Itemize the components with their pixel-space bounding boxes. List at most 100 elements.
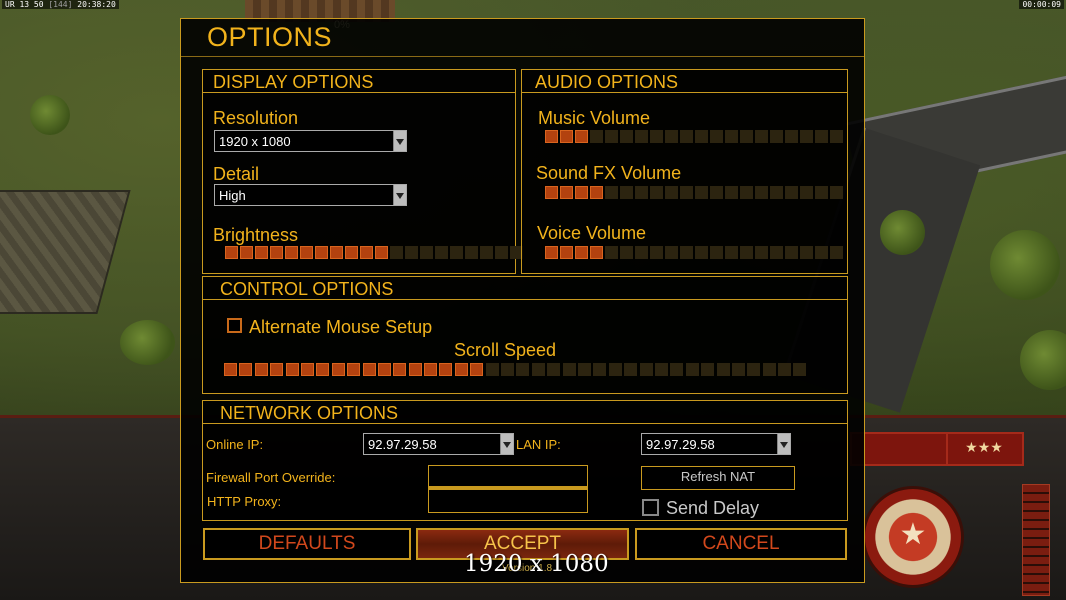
detail-dropdown[interactable]: High [214, 184, 407, 206]
slider-segment[interactable] [695, 246, 708, 259]
slider-segment[interactable] [680, 186, 693, 199]
slider-segment[interactable] [485, 363, 499, 376]
slider-segment[interactable] [755, 130, 768, 143]
slider-segment[interactable] [560, 186, 573, 199]
slider-segment[interactable] [547, 363, 561, 376]
slider-segment[interactable] [716, 363, 730, 376]
slider-segment[interactable] [635, 186, 648, 199]
slider-segment[interactable] [224, 363, 237, 376]
slider-segment[interactable] [240, 246, 253, 259]
slider-segment[interactable] [650, 130, 663, 143]
slider-segment[interactable] [725, 186, 738, 199]
chevron-down-icon[interactable] [393, 131, 406, 151]
slider-segment[interactable] [435, 246, 448, 259]
slider-segment[interactable] [620, 186, 633, 199]
slider-segment[interactable] [665, 186, 678, 199]
slider-segment[interactable] [300, 363, 314, 376]
slider-segment[interactable] [560, 246, 573, 259]
slider-segment[interactable] [747, 363, 761, 376]
chevron-down-icon[interactable] [393, 185, 406, 205]
slider-segment[interactable] [454, 363, 468, 376]
slider-segment[interactable] [740, 186, 753, 199]
slider-segment[interactable] [701, 363, 715, 376]
slider-segment[interactable] [830, 186, 843, 199]
slider-segment[interactable] [639, 363, 653, 376]
slider-segment[interactable] [778, 363, 792, 376]
cancel-button[interactable]: CANCEL [635, 528, 847, 560]
slider-segment[interactable] [331, 363, 345, 376]
music-volume-slider[interactable] [545, 130, 843, 143]
slider-segment[interactable] [830, 246, 843, 259]
voice-volume-slider[interactable] [545, 246, 843, 259]
slider-segment[interactable] [654, 363, 668, 376]
slider-segment[interactable] [495, 246, 508, 259]
lan-ip-dropdown[interactable]: 92.97.29.58 [641, 433, 791, 455]
slider-segment[interactable] [360, 246, 373, 259]
slider-segment[interactable] [815, 186, 828, 199]
slider-segment[interactable] [680, 130, 693, 143]
slider-segment[interactable] [225, 246, 238, 259]
sfx-volume-slider[interactable] [545, 186, 843, 199]
slider-segment[interactable] [450, 246, 463, 259]
slider-segment[interactable] [608, 363, 622, 376]
send-delay-checkbox[interactable] [642, 499, 659, 516]
slider-segment[interactable] [800, 186, 813, 199]
slider-segment[interactable] [575, 130, 588, 143]
slider-segment[interactable] [793, 363, 807, 376]
slider-segment[interactable] [725, 130, 738, 143]
slider-segment[interactable] [300, 246, 313, 259]
slider-segment[interactable] [710, 130, 723, 143]
slider-segment[interactable] [545, 186, 558, 199]
chevron-down-icon[interactable] [500, 434, 513, 454]
slider-segment[interactable] [635, 246, 648, 259]
slider-segment[interactable] [755, 186, 768, 199]
alternate-mouse-checkbox[interactable] [227, 318, 242, 333]
slider-segment[interactable] [624, 363, 638, 376]
slider-segment[interactable] [605, 130, 618, 143]
slider-segment[interactable] [575, 246, 588, 259]
slider-segment[interactable] [575, 186, 588, 199]
slider-segment[interactable] [239, 363, 253, 376]
slider-segment[interactable] [650, 186, 663, 199]
http-proxy-input[interactable] [428, 489, 588, 513]
slider-segment[interactable] [830, 130, 843, 143]
slider-segment[interactable] [480, 246, 493, 259]
slider-segment[interactable] [377, 363, 391, 376]
slider-segment[interactable] [439, 363, 453, 376]
slider-segment[interactable] [254, 363, 268, 376]
refresh-nat-button[interactable]: Refresh NAT [641, 466, 795, 490]
slider-segment[interactable] [605, 246, 618, 259]
resolution-dropdown[interactable]: 1920 x 1080 [214, 130, 407, 152]
slider-segment[interactable] [362, 363, 376, 376]
slider-segment[interactable] [695, 130, 708, 143]
slider-segment[interactable] [593, 363, 607, 376]
slider-segment[interactable] [800, 246, 813, 259]
slider-segment[interactable] [770, 130, 783, 143]
slider-segment[interactable] [635, 130, 648, 143]
slider-segment[interactable] [650, 246, 663, 259]
slider-segment[interactable] [316, 363, 330, 376]
slider-segment[interactable] [800, 130, 813, 143]
slider-segment[interactable] [770, 246, 783, 259]
slider-segment[interactable] [531, 363, 545, 376]
slider-segment[interactable] [710, 246, 723, 259]
slider-segment[interactable] [285, 246, 298, 259]
slider-segment[interactable] [330, 246, 343, 259]
slider-segment[interactable] [516, 363, 530, 376]
slider-segment[interactable] [408, 363, 422, 376]
slider-segment[interactable] [740, 246, 753, 259]
slider-segment[interactable] [545, 130, 558, 143]
slider-segment[interactable] [665, 246, 678, 259]
online-ip-dropdown[interactable]: 92.97.29.58 [363, 433, 514, 455]
firewall-port-input[interactable] [428, 465, 588, 489]
slider-segment[interactable] [347, 363, 361, 376]
slider-segment[interactable] [590, 186, 603, 199]
chevron-down-icon[interactable] [777, 434, 790, 454]
slider-segment[interactable] [501, 363, 515, 376]
slider-segment[interactable] [685, 363, 699, 376]
slider-segment[interactable] [424, 363, 438, 376]
slider-segment[interactable] [255, 246, 268, 259]
slider-segment[interactable] [710, 186, 723, 199]
scroll-speed-slider[interactable] [224, 363, 807, 376]
slider-segment[interactable] [620, 246, 633, 259]
